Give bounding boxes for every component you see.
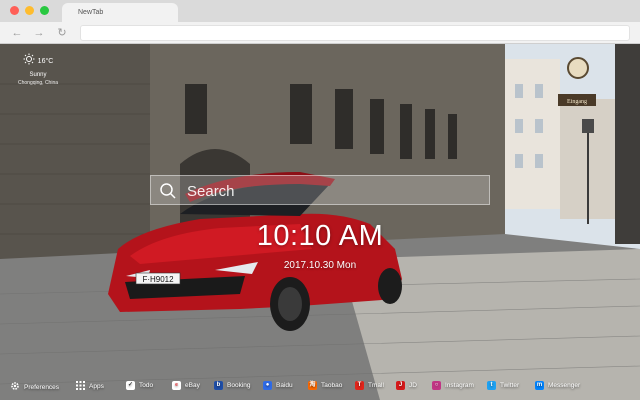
taobao-label: Taobao <box>321 382 343 389</box>
messenger-label: Messenger <box>548 382 581 389</box>
ebay-label: eBay <box>185 382 200 389</box>
messenger-icon: m <box>535 381 544 390</box>
preferences-link[interactable]: Preferences <box>10 381 59 393</box>
tmall-icon: T <box>355 381 364 390</box>
minimize-window-button[interactable] <box>25 6 34 15</box>
license-plate-text: F·H9012 <box>142 275 174 284</box>
weather-condition: Sunny <box>29 72 47 78</box>
baidu-link[interactable]: ● Baidu <box>263 381 293 390</box>
reload-icon[interactable]: ↻ <box>55 26 69 40</box>
ebay-link[interactable]: e eBay <box>172 381 200 390</box>
instagram-icon: ○ <box>432 381 441 390</box>
ebay-icon: e <box>172 381 181 390</box>
apps-grid-icon <box>76 381 85 392</box>
booking-icon: b <box>214 381 223 390</box>
messenger-link[interactable]: m Messenger <box>535 381 580 390</box>
clock-time: 10:10 AM <box>256 220 384 252</box>
search-box[interactable] <box>150 175 490 205</box>
close-window-button[interactable] <box>10 6 19 15</box>
baidu-icon: ● <box>263 381 272 390</box>
back-arrow-icon[interactable]: ← <box>10 26 24 40</box>
jd-label: JD <box>409 382 417 389</box>
booking-link[interactable]: b Booking <box>214 381 251 390</box>
bottom-shortcut-bar: Preferences Apps ✓ Todo e eBay b Booking… <box>0 372 640 400</box>
clock-date: 2017.10.30 Mon <box>283 260 357 271</box>
search-input[interactable] <box>187 180 477 202</box>
window-controls <box>10 6 49 15</box>
apps-link[interactable]: Apps <box>76 381 104 392</box>
taobao-icon: 淘 <box>308 381 317 390</box>
shop-sign-text: Eingang <box>567 99 587 105</box>
weather-location: Chongqing, China <box>17 80 59 86</box>
taobao-link[interactable]: 淘 Taobao <box>308 381 342 390</box>
todo-label: Todo <box>139 382 154 389</box>
forward-arrow-icon[interactable]: → <box>32 26 46 40</box>
jd-icon: J <box>396 381 405 390</box>
browser-tab-bar: NewTab <box>0 0 640 22</box>
browser-tab[interactable]: NewTab <box>62 3 178 22</box>
jd-link[interactable]: J JD <box>396 381 417 390</box>
weather-temperature: 16°C <box>37 57 54 65</box>
baidu-label: Baidu <box>276 382 293 389</box>
instagram-label: Instagram <box>445 382 474 389</box>
instagram-link[interactable]: ○ Instagram <box>432 381 474 390</box>
preferences-label: Preferences <box>24 383 60 391</box>
address-bar[interactable] <box>80 25 630 41</box>
new-tab-page: Eingang F·H9012 16°C Sunny Chongqing, Ch… <box>0 44 640 400</box>
checkbox-icon: ✓ <box>126 381 135 390</box>
search-icon[interactable] <box>159 182 177 205</box>
twitter-link[interactable]: t Twitter <box>487 381 519 390</box>
gear-icon <box>10 381 20 393</box>
twitter-label: Twitter <box>500 382 520 389</box>
tab-title: NewTab <box>78 9 104 16</box>
tmall-label: Tmall <box>368 382 384 389</box>
tmall-link[interactable]: T Tmall <box>355 381 384 390</box>
booking-label: Booking <box>227 382 251 389</box>
twitter-icon: t <box>487 381 496 390</box>
browser-toolbar: ← → ↻ <box>0 22 640 44</box>
zoom-window-button[interactable] <box>40 6 49 15</box>
apps-label: Apps <box>89 383 104 390</box>
todo-link[interactable]: ✓ Todo <box>126 381 153 390</box>
weather-widget[interactable]: 16°C Sunny Chongqing, China <box>8 52 68 86</box>
sun-icon <box>23 52 35 70</box>
